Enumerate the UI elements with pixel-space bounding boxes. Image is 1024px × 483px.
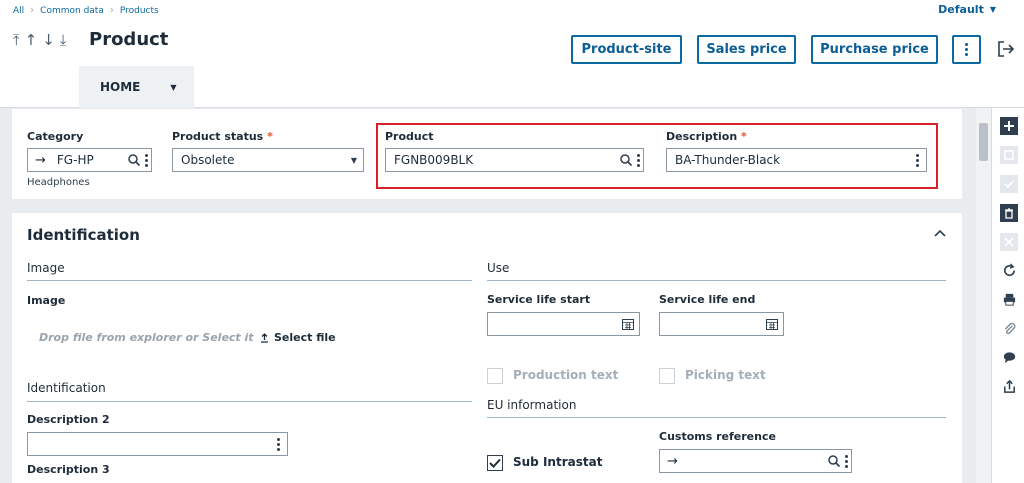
select-file-button[interactable]: Select file (260, 331, 336, 344)
sub-intrastat-label: Sub Intrastat (513, 455, 603, 469)
search-icon[interactable] (827, 454, 841, 468)
folder-selector-label: Default (938, 3, 984, 16)
field-menu-icon[interactable] (273, 437, 283, 451)
tab-home[interactable]: HOME ▼ (79, 66, 194, 108)
chevron-right-icon: › (30, 5, 35, 16)
folder-selector[interactable]: Default ▼ (938, 3, 996, 16)
highlight-box (376, 123, 938, 189)
previous-record-icon[interactable]: ↑ (25, 31, 38, 49)
caret-down-icon: ▼ (350, 155, 357, 165)
use-group-title: Use (487, 261, 510, 275)
service-life-start-label: Service life start (487, 293, 591, 306)
category-value: FG-HP (56, 153, 94, 167)
product-site-button[interactable]: Product-site (571, 35, 682, 64)
tab-home-label: HOME (100, 80, 141, 94)
sub-intrastat-checkbox[interactable] (487, 455, 503, 471)
picking-text-label: Picking text (685, 368, 766, 382)
next-record-icon[interactable]: ↓ (42, 31, 55, 49)
breadcrumb-products[interactable]: Products (120, 6, 159, 16)
refresh-icon[interactable] (1000, 261, 1018, 279)
chevron-right-icon: › (109, 5, 114, 16)
divider (27, 280, 472, 281)
section-title: Identification (27, 226, 140, 244)
chevron-up-icon[interactable] (934, 229, 946, 237)
category-field[interactable]: → FG-HP (27, 148, 152, 172)
breadcrumb-all[interactable]: All (13, 6, 24, 16)
calendar-icon[interactable] (621, 317, 635, 331)
customs-reference-field[interactable]: → (659, 449, 852, 473)
divider (27, 401, 472, 402)
identification-group-title: Identification (27, 381, 106, 395)
identification-section: Identification Image Image Drop file fro… (12, 213, 962, 483)
category-label: Category (27, 130, 84, 143)
picking-text-checkbox[interactable] (659, 368, 675, 384)
description2-field[interactable] (27, 432, 288, 456)
caret-down-icon: ▼ (989, 5, 996, 14)
divider (487, 280, 946, 281)
purchase-price-button[interactable]: Purchase price (811, 35, 938, 64)
production-text-label: Production text (513, 368, 619, 382)
production-text-checkbox[interactable] (487, 368, 503, 384)
calendar-icon[interactable] (765, 317, 779, 331)
attachment-icon[interactable] (1000, 319, 1018, 337)
print-icon[interactable] (1000, 290, 1018, 308)
scrollbar[interactable] (976, 108, 991, 483)
field-menu-icon[interactable] (141, 153, 151, 167)
service-life-start-field[interactable] (487, 312, 640, 336)
breadcrumb: All › Common data › Products (13, 5, 159, 16)
search-icon[interactable] (127, 153, 141, 167)
category-description: Headphones (27, 177, 90, 188)
caret-down-icon: ▼ (170, 82, 177, 92)
action-rail (991, 108, 1024, 483)
export-icon[interactable] (1000, 377, 1018, 395)
page-header: ⤒ ↑ ↓ ⤓ Product Product-site Sales price… (0, 22, 1024, 108)
customs-reference-label: Customs reference (659, 430, 776, 443)
comment-icon[interactable] (1000, 348, 1018, 366)
eu-information-group-title: EU information (487, 398, 577, 412)
trash-icon[interactable] (1000, 204, 1018, 222)
drop-file-hint[interactable]: Drop file from explorer or Select it (39, 331, 254, 344)
first-record-icon[interactable]: ⤒ (13, 31, 20, 49)
service-life-end-field[interactable] (659, 312, 784, 336)
breadcrumb-common-data[interactable]: Common data (40, 6, 104, 16)
save-icon[interactable] (1000, 146, 1018, 164)
image-group-title: Image (27, 261, 65, 275)
description2-label: Description 2 (27, 413, 110, 426)
product-status-select[interactable]: Obsolete ▼ (172, 148, 364, 172)
page-title: Product (89, 29, 169, 50)
sales-price-button[interactable]: Sales price (697, 35, 796, 64)
record-navigation: ⤒ ↑ ↓ ⤓ (13, 31, 66, 49)
divider (487, 417, 946, 418)
check-icon[interactable] (1000, 175, 1018, 193)
add-icon[interactable] (1000, 117, 1018, 135)
arrow-right-icon: → (667, 453, 678, 469)
product-status-label: Product status * (172, 130, 273, 143)
select-file-label: Select file (274, 331, 336, 344)
last-record-icon[interactable]: ⤓ (60, 31, 67, 49)
description3-label: Description 3 (27, 463, 110, 476)
arrow-right-icon: → (35, 152, 46, 168)
top-bar: All › Common data › Products Default ▼ (0, 0, 1024, 22)
exit-icon[interactable] (996, 39, 1016, 59)
more-actions-button[interactable] (952, 35, 981, 64)
cancel-icon[interactable] (1000, 233, 1018, 251)
field-menu-icon[interactable] (841, 454, 851, 468)
service-life-end-label: Service life end (659, 293, 756, 306)
product-status-value: Obsolete (181, 153, 235, 167)
image-label: Image (27, 294, 66, 307)
checkmark-icon (489, 458, 501, 468)
upload-icon (261, 332, 268, 343)
